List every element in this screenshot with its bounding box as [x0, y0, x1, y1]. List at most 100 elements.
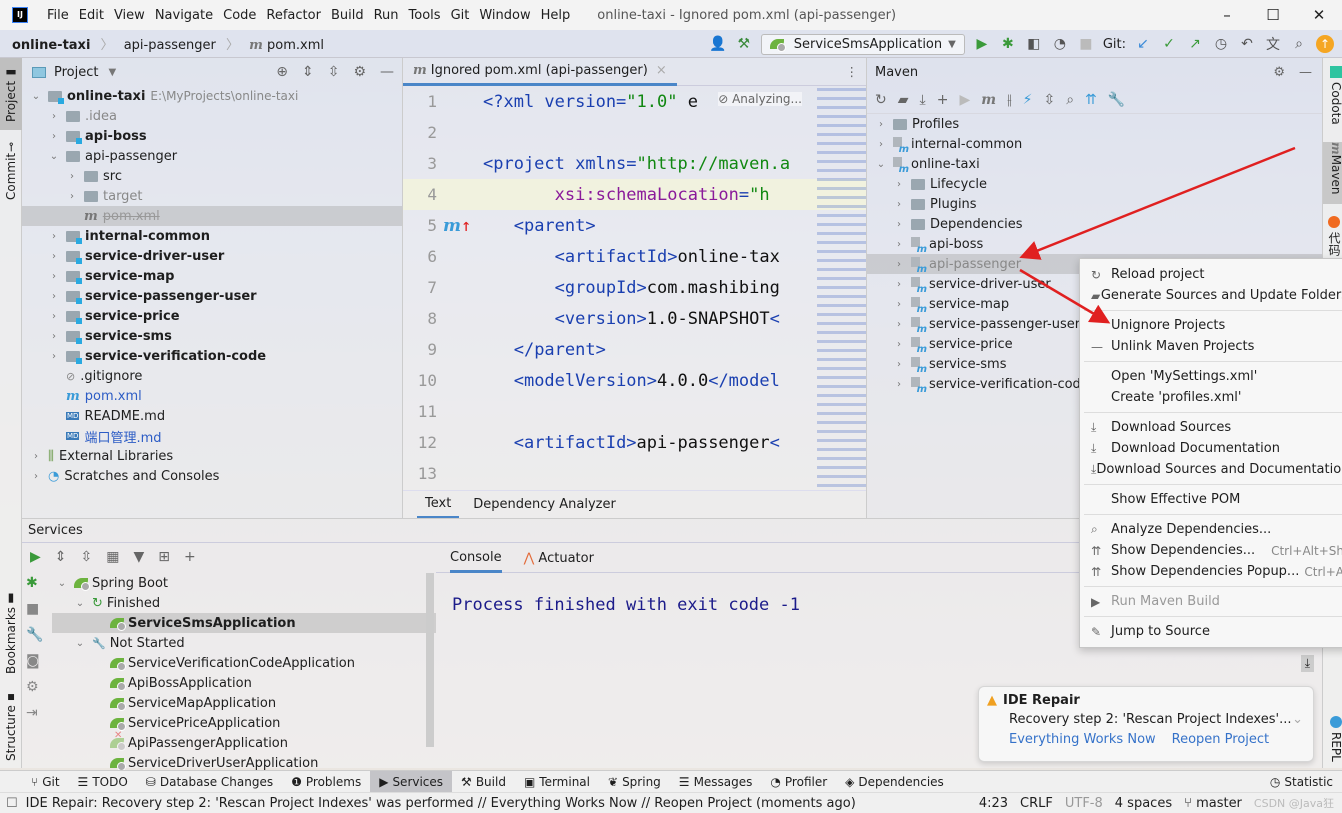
tab-bookmarks[interactable]: Bookmarks ▮	[0, 588, 22, 678]
gear-icon[interactable]: ⚙	[1273, 65, 1285, 80]
everything-works-link[interactable]: Everything Works Now	[1009, 732, 1156, 747]
chevron-down-icon[interactable]: ⌄	[74, 638, 86, 649]
tree-item[interactable]: › internal-common	[22, 226, 402, 246]
menu-item-download-documentation[interactable]: ⤓ Download Documentation	[1080, 438, 1342, 459]
service-item[interactable]: ServiceMapApplication	[52, 693, 436, 713]
git-push-icon[interactable]: ↗	[1186, 36, 1204, 52]
tool-tab-todo[interactable]: ☰ TODO	[69, 771, 137, 793]
tree-item[interactable]: › service-map	[22, 266, 402, 286]
download-icon[interactable]: ⤓	[920, 92, 926, 108]
menu-navigate[interactable]: Navigate	[150, 8, 218, 23]
status-message[interactable]: IDE Repair: Recovery step 2: 'Rescan Pro…	[26, 796, 856, 811]
chevron-right-icon[interactable]: ›	[66, 171, 78, 182]
rollback-icon[interactable]: ↶	[1238, 36, 1256, 52]
menu-item-show-effective-pom[interactable]: Show Effective POM	[1080, 489, 1342, 510]
tree-item[interactable]: MD README.md	[22, 406, 402, 426]
tree-item[interactable]: › service-driver-user	[22, 246, 402, 266]
hide-icon[interactable]: —	[380, 64, 394, 80]
tool-tab-database-changes[interactable]: ⛁ Database Changes	[137, 771, 282, 793]
menu-help[interactable]: Help	[536, 8, 576, 23]
menu-build[interactable]: Build	[326, 8, 369, 23]
chevron-right-icon[interactable]: ›	[893, 219, 905, 230]
tab-repl[interactable]: REPL	[1323, 716, 1342, 762]
wrench-icon[interactable]: 🔧	[26, 627, 46, 643]
breadcrumb-module[interactable]: api-passenger	[124, 38, 216, 53]
maven-tree-item[interactable]: ⌄ online-taxi	[867, 154, 1322, 176]
chevron-right-icon[interactable]: ›	[893, 239, 905, 250]
filter-icon[interactable]: ▼	[133, 549, 144, 565]
tool-tab-dependencies[interactable]: ◈ Dependencies	[836, 771, 953, 793]
minimap[interactable]	[817, 88, 867, 488]
menu-view[interactable]: View	[109, 8, 150, 23]
service-item[interactable]: ⌄ Spring Boot	[52, 573, 436, 593]
tool-tab-git[interactable]: ⑂ Git	[22, 771, 69, 793]
menu-item-jump-to-source[interactable]: ✎ Jump to Source	[1080, 621, 1342, 642]
tree-item[interactable]: › service-verification-code	[22, 346, 402, 366]
search-icon[interactable]: ⌕	[1290, 36, 1308, 52]
editor-tab[interactable]: m Ignored pom.xml (api-passenger) ×	[403, 58, 677, 86]
menu-refactor[interactable]: Refactor	[261, 8, 326, 23]
tab-project[interactable]: Project ▬	[0, 58, 22, 130]
tree-item[interactable]: › service-passenger-user	[22, 286, 402, 306]
chevron-right-icon[interactable]: ›	[893, 319, 905, 330]
run-icon[interactable]: ▶	[973, 36, 991, 52]
build-hammer-icon[interactable]: ⚒	[735, 36, 753, 52]
run-icon[interactable]: ▶	[959, 92, 970, 108]
menu-item-show-dependencies[interactable]: ⇈ Show Dependencies... Ctrl+Alt+Sh	[1080, 540, 1342, 561]
service-item[interactable]: ⌄ ↻ Finished	[52, 593, 436, 613]
tree-item[interactable]: m pom.xml	[22, 206, 402, 226]
maximize-button[interactable]: ☐	[1250, 0, 1296, 30]
add-icon[interactable]: +	[937, 92, 949, 108]
maven-parent-icon[interactable]: m	[443, 216, 461, 236]
tree-item[interactable]: ⊘ .gitignore	[22, 366, 402, 386]
chevron-right-icon[interactable]: ›	[48, 131, 60, 142]
chevron-right-icon[interactable]: ›	[893, 179, 905, 190]
menu-item-open-mysettings-xml[interactable]: Open 'MySettings.xml'	[1080, 366, 1342, 387]
menu-item-unignore-projects[interactable]: Unignore Projects	[1080, 315, 1342, 336]
service-item[interactable]: ServiceVerificationCodeApplication	[52, 653, 436, 673]
tool-tab-messages[interactable]: ☰ Messages	[670, 771, 762, 793]
chevron-down-icon[interactable]: ⌄	[74, 598, 86, 609]
close-tab-icon[interactable]: ×	[656, 63, 667, 78]
group-by-icon[interactable]: ▦	[106, 549, 119, 565]
tool-tab-statistic[interactable]: ◷ Statistic	[1261, 771, 1342, 793]
stop-icon[interactable]: ■	[26, 601, 46, 617]
chevron-down-icon[interactable]: ⌄	[56, 578, 68, 589]
tab-commit[interactable]: Commit ⊸	[0, 136, 22, 206]
tree-item[interactable]: › src	[22, 166, 402, 186]
tab-text[interactable]: Text	[417, 491, 460, 519]
stop-icon[interactable]: ■	[1077, 36, 1095, 52]
chevron-down-icon[interactable]: ⌄	[875, 159, 887, 170]
service-item[interactable]: ServicePriceApplication	[52, 713, 436, 733]
git-commit-icon[interactable]: ✓	[1160, 36, 1178, 52]
reload-icon[interactable]: ↻	[875, 92, 887, 108]
chevron-right-icon[interactable]: ›	[893, 339, 905, 350]
chevron-right-icon[interactable]: ›	[48, 311, 60, 322]
user-icon[interactable]: 👤	[709, 36, 727, 52]
tool-tab-terminal[interactable]: ▣ Terminal	[515, 771, 599, 793]
cursor-position[interactable]: 4:23	[979, 796, 1008, 811]
toggle-offline-icon[interactable]: ⫲	[1007, 92, 1012, 108]
menu-item-generate-sources-and-update-folders[interactable]: ▰ Generate Sources and Update Folders	[1080, 285, 1342, 306]
maven-tree-item[interactable]: › api-boss	[867, 234, 1322, 256]
chevron-down-icon[interactable]: ▼	[108, 67, 116, 78]
menu-git[interactable]: Git	[446, 8, 475, 23]
tab-codota[interactable]: Codota	[1323, 66, 1342, 125]
menu-item-reload-project[interactable]: ↻ Reload project	[1080, 264, 1342, 285]
menu-item-create-profiles-xml[interactable]: Create 'profiles.xml'	[1080, 387, 1342, 408]
breadcrumb-project[interactable]: online-taxi	[12, 38, 90, 53]
attach-icon[interactable]: ⇥	[26, 705, 46, 721]
service-item[interactable]: ⌄ 🔧 Not Started	[52, 633, 436, 653]
history-icon[interactable]: ◷	[1212, 36, 1230, 52]
chevron-right-icon[interactable]: ›	[66, 191, 78, 202]
menu-item-download-sources[interactable]: ⤓ Download Sources	[1080, 417, 1342, 438]
tab-actuator[interactable]: ⋀ Actuator	[524, 551, 594, 566]
tree-item[interactable]: › service-price	[22, 306, 402, 326]
menu-file[interactable]: File	[42, 8, 74, 23]
chevron-right-icon[interactable]: ›	[893, 379, 905, 390]
chevron-right-icon[interactable]: ›	[48, 351, 60, 362]
line-separator[interactable]: CRLF	[1020, 796, 1053, 811]
maven-tree-item[interactable]: › Lifecycle	[867, 174, 1322, 194]
expand-all-icon[interactable]: ⇕	[55, 549, 67, 565]
settings-icon[interactable]: ⚙	[26, 679, 46, 695]
